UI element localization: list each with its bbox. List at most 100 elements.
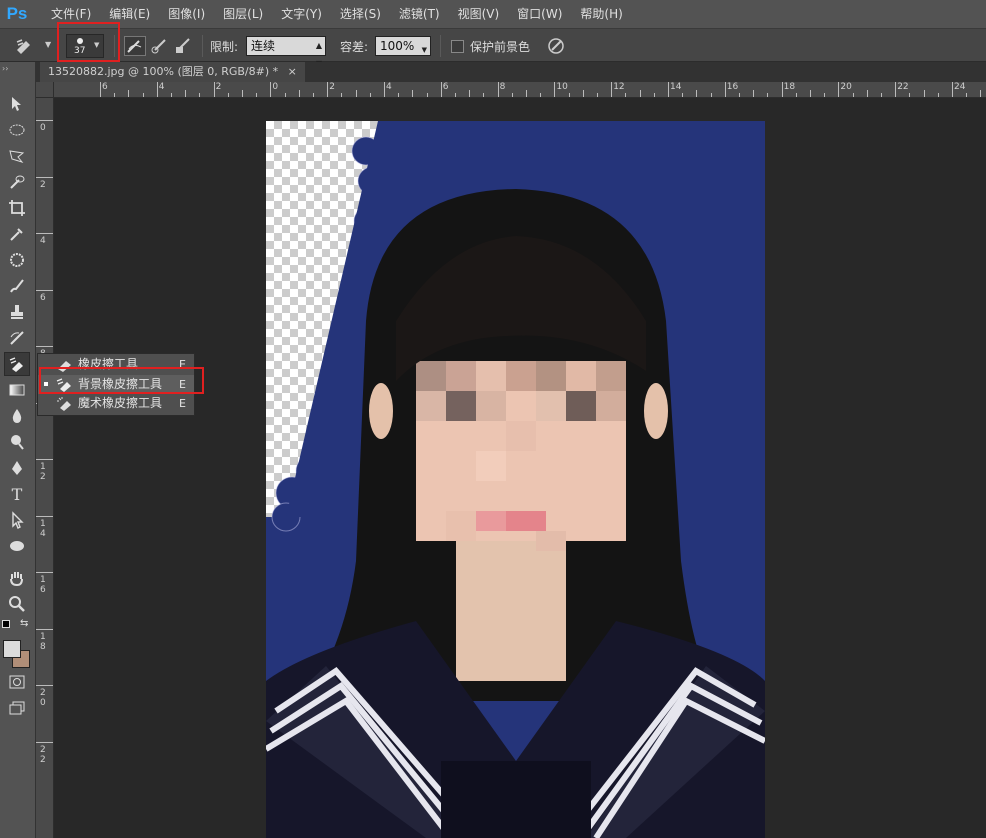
menu-window[interactable]: 窗口(W) [508,0,571,28]
healing-brush-tool[interactable] [4,248,30,272]
quick-mask-button[interactable] [4,670,30,694]
sampling-once-button[interactable] [150,36,172,56]
pen-icon [12,461,22,475]
ruler-minor-tick [114,93,116,97]
foreground-color-swatch[interactable] [3,640,21,658]
document-tab[interactable]: 13520882.jpg @ 100% (图层 0, RGB/8#) * × [40,62,305,82]
menu-select[interactable]: 选择(S) [331,0,390,28]
ruler-label: 14 [670,82,682,92]
sampling-background-swatch-button[interactable] [174,36,196,56]
tolerance-field[interactable]: 100% ▼ [375,36,431,56]
ruler-label: 18 [783,82,796,92]
quick-selection-tool[interactable] [4,170,30,194]
ruler-label: 1 6 [40,575,46,595]
ruler-minor-tick [455,93,456,97]
photoshop-logo: Ps [6,4,28,23]
background-eraser-highlight [39,367,204,394]
quick-selection-icon [10,175,25,189]
ruler-tick [895,82,897,97]
brush-tool[interactable] [4,274,30,298]
dodge-tool[interactable] [4,430,30,454]
ruler-tick [156,82,158,97]
menu-type[interactable]: 文字(Y) [272,0,331,28]
ruler-minor-tick [355,90,357,97]
ruler-minor-tick [568,93,570,97]
path-selection-tool[interactable] [4,508,30,532]
ruler-tick [668,82,669,97]
eyedropper-tool[interactable] [4,222,30,246]
ruler-minor-tick [739,93,740,97]
ruler-label: 1 2 [40,462,46,482]
portrait-photo [266,121,765,838]
eraser-tool[interactable] [4,352,30,376]
zoom-tool[interactable] [4,592,30,616]
crop-tool[interactable] [4,196,30,220]
protect-foreground-label: 保护前景色 [470,40,531,54]
swap-colors-icon[interactable]: ⇆ [20,618,28,629]
ruler-minor-tick [511,93,513,97]
limit-select[interactable]: 连续 ▲▼ [246,36,326,68]
chevron-down-icon: ▼ [421,46,427,54]
vertical-ruler: 0246801 21 41 61 82 02 2 [36,98,54,838]
ruler-label: 1 4 [40,518,46,539]
ruler-minor-tick [142,93,144,97]
ruler-origin[interactable] [36,82,54,98]
ruler-label: 16 [726,82,739,92]
marquee-tool[interactable] [4,118,30,142]
protect-foreground-checkbox[interactable] [451,40,464,53]
move-icon [12,97,21,111]
pen-tool[interactable] [4,456,30,480]
options-bar: ▼ 37 ▼ 限制: 连续 ▲▼ 容差: 100% ▼ 保护前景色 [0,28,986,68]
screen-mode-button[interactable] [4,696,30,720]
clone-stamp-tool[interactable] [4,300,30,324]
ruler-tick [36,515,53,517]
zoom-icon [9,596,25,612]
ruler-label: 8 [499,82,506,92]
menu-help[interactable]: 帮助(H) [571,0,631,28]
sampling-continuous-button[interactable] [124,36,146,56]
elliptical-marquee-icon [9,124,25,136]
ruler-label: 2 0 [40,688,46,708]
pressure-size-button[interactable] [546,36,566,56]
menu-image[interactable]: 图像(I) [159,0,214,28]
lasso-tool[interactable] [4,144,30,168]
blur-tool[interactable] [4,404,30,428]
sampling-swatch-icon [176,38,190,53]
type-tool[interactable]: T [4,482,30,506]
collapse-panel-icon[interactable]: ›› [2,64,8,73]
magic-eraser-icon [57,397,71,411]
ruler-tick [838,82,840,97]
ruler-minor-tick [966,93,968,97]
ruler-tick [36,233,53,234]
hand-tool[interactable] [4,566,30,590]
ruler-minor-tick [526,90,527,97]
ruler-minor-tick [540,93,542,97]
separator [202,35,203,57]
menu-view[interactable]: 视图(V) [449,0,509,28]
stamp-icon [11,305,23,319]
ruler-minor-tick [682,93,684,97]
default-colors-icon[interactable] [2,620,10,628]
document-tabs: 13520882.jpg @ 100% (图层 0, RGB/8#) * × [36,62,986,82]
move-tool[interactable] [4,92,30,116]
ruler-minor-tick [639,90,641,97]
menu-filter[interactable]: 滤镜(T) [390,0,449,28]
document-canvas[interactable] [266,121,765,838]
ruler-minor-tick [483,93,485,97]
ruler-minor-tick [852,93,854,97]
ruler-minor-tick [256,93,258,97]
history-brush-tool[interactable] [4,326,30,350]
close-icon[interactable]: × [288,65,297,78]
menu-layer[interactable]: 图层(L) [214,0,272,28]
ruler-tick [36,176,53,178]
gradient-icon [9,384,25,396]
ruler-minor-tick [469,90,471,97]
ruler-tick [384,82,385,97]
tool-preset-picker[interactable] [14,36,36,56]
flyout-item-magic-eraser[interactable]: 魔术橡皮擦工具 E [38,394,194,413]
ruler-label: 12 [613,82,625,92]
shape-tool[interactable] [4,534,30,558]
gradient-tool[interactable] [4,378,30,402]
ruler-label: 6 [40,292,46,303]
chevron-down-icon[interactable]: ▼ [45,40,51,49]
